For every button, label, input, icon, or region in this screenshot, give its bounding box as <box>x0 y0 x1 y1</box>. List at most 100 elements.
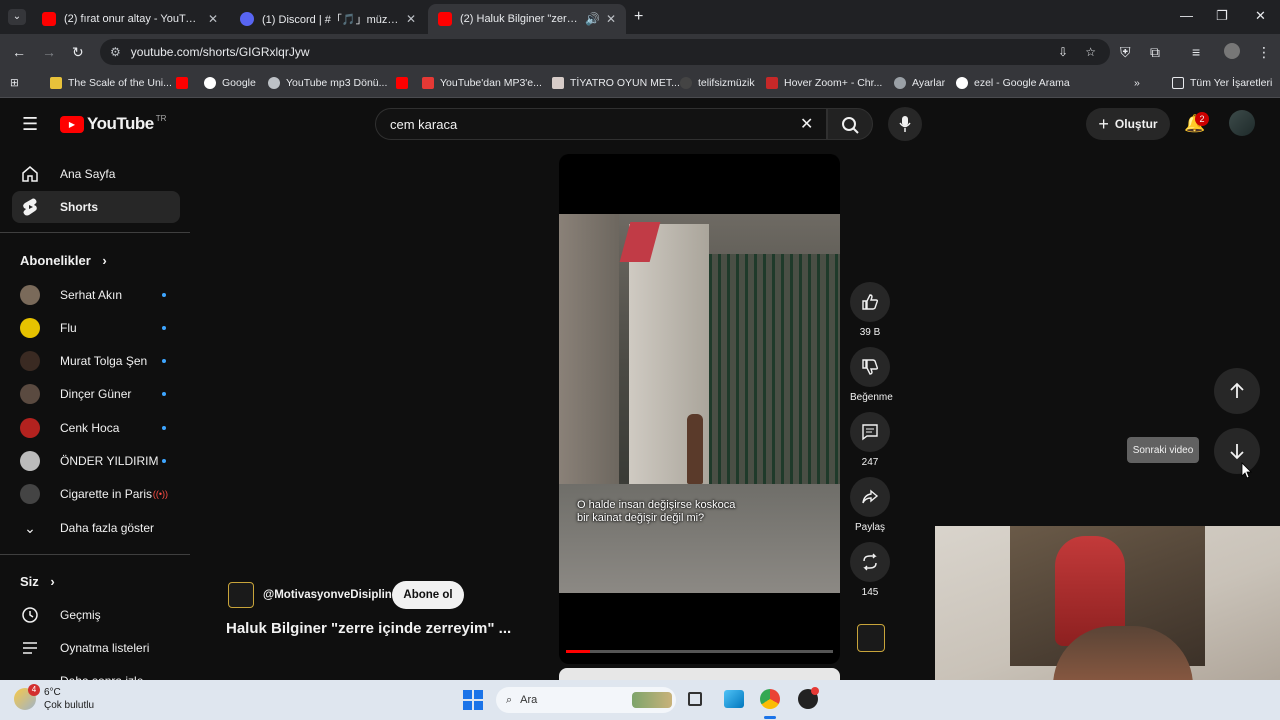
share-button[interactable]: Paylaş <box>850 477 890 533</box>
search-input[interactable]: cem karaca <box>375 108 827 140</box>
taskbar-search[interactable]: ⌕ Ara <box>496 687 676 713</box>
widgets-icon[interactable] <box>724 690 744 708</box>
you-heading[interactable]: Siz › <box>20 574 55 589</box>
show-more-label: Daha fazla göster <box>60 521 155 535</box>
subscribe-button[interactable]: Abone ol <box>392 581 464 609</box>
person-figure <box>687 414 703 484</box>
site-info-icon[interactable]: ⚙ <box>110 45 121 59</box>
sound-thumbnail[interactable] <box>857 624 885 652</box>
apps-grid-icon[interactable]: ⊞ <box>10 77 19 89</box>
sidebar-item-label: Oynatma listeleri <box>60 641 150 655</box>
create-button[interactable]: + Oluştur <box>1086 108 1170 140</box>
subscription-item[interactable]: Murat Tolga Şen <box>12 345 180 377</box>
extension-shield-icon[interactable]: ⛨ <box>1120 44 1131 61</box>
speaker-icon[interactable]: 🔊 <box>585 12 600 26</box>
bookmark-item[interactable]: YouTube mp3 Dönü... <box>268 77 387 89</box>
profile-avatar[interactable] <box>1224 43 1240 59</box>
next-video-button[interactable] <box>1214 428 1260 474</box>
bookmark-item[interactable]: Google <box>204 77 256 89</box>
more-bookmarks-icon[interactable]: » <box>1134 77 1140 89</box>
youtube-logo[interactable]: ▶ YouTube TR <box>60 114 166 134</box>
bookmark-item[interactable]: YouTube'dan MP3'e... <box>422 77 542 89</box>
youtube-bookmark-icon[interactable] <box>176 77 194 89</box>
install-app-icon[interactable]: ⇩ <box>1058 45 1068 59</box>
tab-haluk-bilginer[interactable]: (2) Haluk Bilginer "zerre içinde 🔊 ✕ <box>428 4 626 34</box>
subscription-item[interactable]: Serhat Akın <box>12 279 180 311</box>
tab-close-icon[interactable]: ✕ <box>406 12 416 26</box>
chrome-taskbar-icon[interactable] <box>760 689 780 709</box>
bookmark-star-icon[interactable]: ☆ <box>1085 45 1096 59</box>
subscription-item[interactable]: ÖNDER YILDIRIM <box>12 445 180 477</box>
previous-video-button[interactable] <box>1214 368 1260 414</box>
youtube-bookmark-icon[interactable] <box>396 77 414 89</box>
tab-close-icon[interactable]: ✕ <box>208 12 218 26</box>
tab-title: (1) Discord | #「🎵」müzik-istek <box>262 14 400 26</box>
new-tab-button[interactable]: + <box>634 8 643 26</box>
new-content-dot <box>162 392 166 396</box>
hamburger-menu-icon[interactable]: ☰ <box>22 114 38 135</box>
channel-name: Serhat Akın <box>60 288 123 302</box>
new-content-dot <box>162 326 166 330</box>
channel-avatar[interactable] <box>228 582 254 608</box>
subscription-item[interactable]: Dinçer Güner <box>12 378 180 410</box>
short-title[interactable]: Haluk Bilginer "zerre içinde zerreyim" .… <box>226 620 511 637</box>
sidebar-item-home[interactable]: Ana Sayfa <box>12 158 180 190</box>
bookmark-item[interactable]: Ayarlar <box>894 77 945 89</box>
remix-button[interactable]: 145 <box>850 542 890 598</box>
back-icon[interactable]: ← <box>12 44 26 60</box>
shorts-player[interactable]: O halde insan değişirse koskoca bir kain… <box>559 154 840 664</box>
clear-search-icon[interactable]: ✕ <box>800 114 813 134</box>
search-button[interactable] <box>827 108 873 140</box>
video-frame <box>559 214 840 593</box>
sidebar-item-shorts[interactable]: Shorts <box>12 191 180 223</box>
task-view-icon[interactable] <box>688 692 702 706</box>
restore-icon[interactable]: ❐ <box>1216 8 1228 24</box>
subscription-item[interactable]: Flu <box>12 312 180 344</box>
subscription-item[interactable]: Cigarette in Paris ((•)) <box>12 478 180 510</box>
account-avatar[interactable] <box>1229 110 1255 136</box>
menu-icon[interactable]: ⋮ <box>1257 44 1271 61</box>
tab-youtube-firat[interactable]: (2) fırat onur altay - YouTube ✕ <box>32 4 228 34</box>
dislike-button[interactable]: Beğenme <box>850 347 893 403</box>
hover-zoom-favicon-icon <box>766 77 778 89</box>
voice-search-button[interactable] <box>888 107 922 141</box>
like-button[interactable]: 39 B <box>850 282 890 338</box>
bookmark-item[interactable]: Hover Zoom+ - Chr... <box>766 77 882 89</box>
forward-icon[interactable]: → <box>42 44 56 60</box>
windows-start-icon[interactable] <box>463 690 483 710</box>
bookmark-item[interactable]: telifsizmüzik <box>680 77 755 89</box>
channel-handle[interactable]: @MotivasyonveDisiplin <box>263 589 392 601</box>
weather-condition: Çok bulutlu <box>44 700 95 711</box>
tab-discord[interactable]: (1) Discord | #「🎵」müzik-istek ✕ <box>230 4 426 34</box>
download-favicon-icon <box>422 77 434 89</box>
media-control-icon[interactable]: ≡ <box>1192 44 1200 60</box>
bookmark-item[interactable]: TİYATRO OYUN MET... <box>552 77 680 89</box>
minimize-icon[interactable]: — <box>1180 8 1193 23</box>
subscriptions-heading[interactable]: Abonelikler › <box>20 253 107 268</box>
reload-icon[interactable]: ↻ <box>72 44 84 61</box>
weather-widget[interactable]: 4 6°C Çok bulutlu <box>14 684 95 712</box>
browser-tab-strip: ⌄ (2) fırat onur altay - YouTube ✕ (1) D… <box>0 0 1280 34</box>
all-bookmarks[interactable]: Tüm Yer İşaretleri <box>1172 77 1272 89</box>
thumbs-down-icon <box>862 359 879 375</box>
channel-avatar <box>20 285 40 305</box>
subscription-item[interactable]: Cenk Hoca <box>12 412 180 444</box>
bookmark-label: YouTube'dan MP3'e... <box>440 77 542 89</box>
close-window-icon[interactable]: ✕ <box>1255 8 1266 24</box>
channel-name: Flu <box>60 321 77 335</box>
tab-search-button[interactable]: ⌄ <box>8 9 26 25</box>
extensions-icon[interactable]: ⧉ <box>1150 44 1160 61</box>
sidebar-item-history[interactable]: Geçmiş <box>12 599 180 631</box>
bookmark-item[interactable]: ezel - Google Arama <box>956 77 1070 89</box>
sidebar-item-playlists[interactable]: Oynatma listeleri <box>12 632 180 664</box>
comments-button[interactable]: 247 <box>850 412 890 468</box>
tab-close-icon[interactable]: ✕ <box>606 12 616 26</box>
bookmark-item[interactable]: The Scale of the Uni... <box>50 77 172 89</box>
youtube-favicon-icon <box>176 77 188 89</box>
show-more-button[interactable]: ⌄ Daha fazla göster <box>12 512 180 544</box>
search-highlight-image <box>632 692 672 708</box>
divider <box>0 232 190 233</box>
progress-track[interactable] <box>566 650 833 653</box>
address-bar[interactable]: ⚙ youtube.com/shorts/GIGRxlqrJyw ⇩ ☆ <box>100 39 1110 65</box>
weather-badge: 4 <box>28 684 40 696</box>
